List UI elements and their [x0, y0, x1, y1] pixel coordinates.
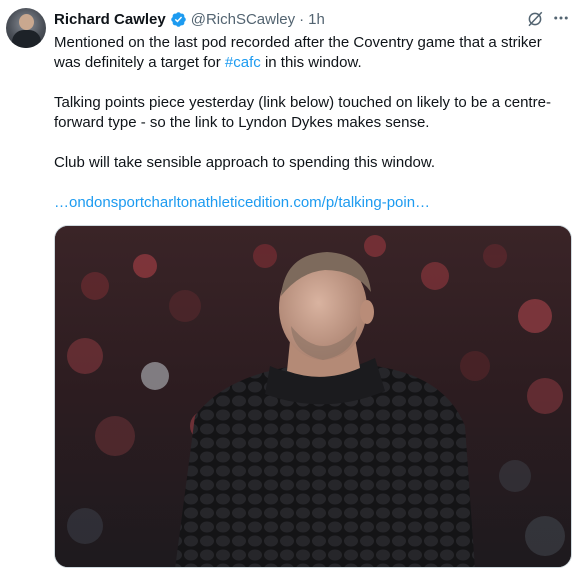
- tweet-text-segment: in this window.: [260, 54, 362, 71]
- photo-illustration: [55, 226, 571, 567]
- tweet-text: Mentioned on the last pod recorded after…: [54, 33, 572, 213]
- hashtag-link[interactable]: #cafc: [225, 54, 261, 71]
- tweet-paragraph-1: Mentioned on the last pod recorded after…: [54, 33, 572, 73]
- author-name[interactable]: Richard Cawley: [54, 11, 166, 28]
- tweet-paragraph-3: Club will take sensible approach to spen…: [54, 154, 436, 171]
- external-link[interactable]: …ondonsportcharltonathleticedition.com/p…: [54, 194, 430, 211]
- separator-dot: ·: [299, 10, 305, 28]
- more-options-icon[interactable]: [551, 9, 571, 27]
- timestamp[interactable]: 1h: [308, 11, 325, 28]
- avatar-head: [19, 14, 34, 30]
- grok-icon[interactable]: [526, 10, 544, 28]
- tweet: Richard Cawley @RichSCawley · 1h Mention…: [0, 0, 579, 574]
- tweet-photo[interactable]: [54, 225, 572, 568]
- verified-badge-icon[interactable]: [170, 11, 187, 28]
- avatar[interactable]: [6, 8, 46, 48]
- avatar-body: [12, 30, 41, 48]
- tweet-header: Richard Cawley @RichSCawley · 1h: [54, 9, 325, 29]
- tweet-paragraph-2: Talking points piece yesterday (link bel…: [54, 94, 551, 131]
- author-handle[interactable]: @RichSCawley: [191, 11, 295, 28]
